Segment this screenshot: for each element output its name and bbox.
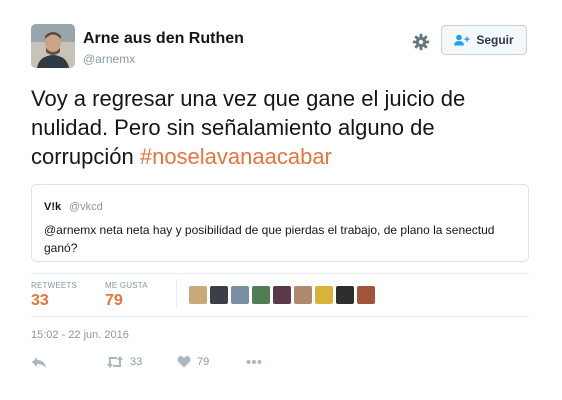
heart-icon [177, 355, 191, 368]
liker-avatar-2[interactable] [210, 286, 228, 304]
retweet-icon [107, 356, 123, 368]
liker-avatars [189, 286, 375, 304]
liker-avatar-6[interactable] [294, 286, 312, 304]
liker-avatar-3[interactable] [231, 286, 249, 304]
like-button[interactable]: 79 [177, 355, 209, 368]
quoted-author-name: V!k [44, 201, 62, 213]
likes-count[interactable]: 79 [105, 292, 123, 310]
retweet-button[interactable]: 33 [106, 355, 142, 369]
tweet-timestamp[interactable]: 15:02 - 22 jun. 2016 [31, 329, 129, 341]
retweets-label: RETWEETS [31, 281, 78, 290]
stats-vertical-divider [176, 279, 177, 309]
like-action-count: 79 [197, 355, 210, 368]
author-avatar-image [31, 24, 75, 68]
reply-button[interactable] [31, 355, 47, 369]
liker-avatar-9[interactable] [357, 286, 375, 304]
more-icon [246, 360, 262, 364]
gear-icon[interactable] [412, 33, 430, 51]
liker-avatar-5[interactable] [273, 286, 291, 304]
more-button[interactable] [246, 359, 262, 365]
stats-top-divider [31, 273, 529, 274]
liker-avatar-1[interactable] [189, 286, 207, 304]
author-avatar[interactable] [31, 24, 75, 68]
likes-label: ME GUSTA [105, 281, 148, 290]
author-name[interactable]: Arne aus den Ruthen [83, 30, 244, 48]
follow-button[interactable]: Seguir [441, 25, 527, 55]
tweet-text: Voy a regresar una vez que gane el juici… [31, 84, 511, 171]
liker-avatar-4[interactable] [252, 286, 270, 304]
liker-avatar-7[interactable] [315, 286, 333, 304]
quoted-author-handle: @vkcd [69, 201, 103, 213]
stats-bottom-divider [31, 316, 529, 317]
author-handle[interactable]: @arnemx [83, 52, 135, 66]
retweets-count[interactable]: 33 [31, 292, 49, 310]
quoted-tweet-text: @arnemx neta neta hay y posibilidad de q… [44, 223, 495, 255]
retweet-action-count: 33 [130, 356, 143, 368]
liker-avatar-8[interactable] [336, 286, 354, 304]
follow-button-label: Seguir [476, 33, 514, 47]
add-user-icon [454, 34, 470, 46]
quoted-tweet[interactable]: V!k @vkcd @arnemx neta neta hay y posibi… [31, 184, 529, 262]
hashtag-link[interactable]: #noselavanaacabar [140, 144, 332, 169]
reply-icon [32, 357, 46, 368]
